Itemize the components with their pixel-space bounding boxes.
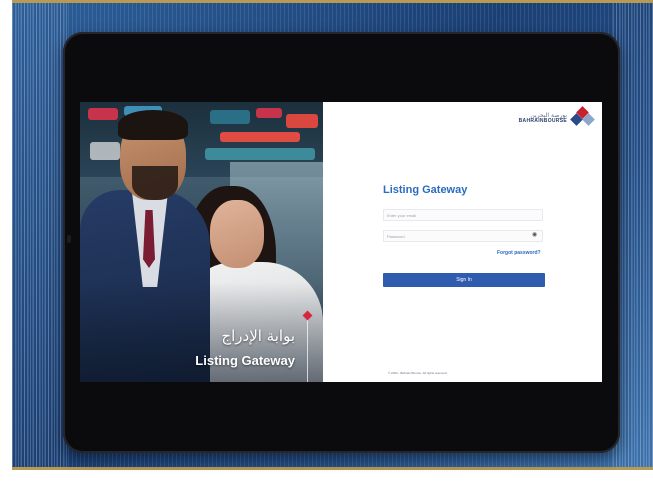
- logo-mark-icon: [570, 106, 595, 128]
- copyright-text: © 2024 - Bahrain Bourse. All rights rese…: [388, 371, 448, 375]
- gold-border-bottom: [12, 467, 653, 470]
- sign-in-button[interactable]: Sign In: [383, 273, 545, 287]
- accent-line: [307, 320, 308, 382]
- logo-text-english: BAHRAINBOURSE: [518, 117, 567, 124]
- tablet-camera: [67, 235, 71, 243]
- hero-title-arabic: بوابة الإدراج: [221, 327, 295, 345]
- background-stripes-left: [12, 0, 67, 470]
- hero-title-english: Listing Gateway: [195, 353, 295, 368]
- forgot-password-link[interactable]: Forgot password?: [497, 250, 541, 256]
- email-field[interactable]: [383, 209, 543, 221]
- login-panel: بورصة البحرين BAHRAINBOURSE Listing Gate…: [323, 102, 602, 382]
- man-beard: [132, 166, 178, 200]
- login-screen: بوابة الإدراج Listing Gateway بورصة البح…: [80, 102, 602, 382]
- bahrain-bourse-logo: بورصة البحرين BAHRAINBOURSE: [518, 106, 595, 128]
- page-title: Listing Gateway: [383, 184, 468, 196]
- woman-face: [210, 200, 264, 268]
- hero-photo: بوابة الإدراج Listing Gateway: [80, 102, 323, 382]
- password-field[interactable]: [383, 230, 543, 242]
- eye-icon[interactable]: ◉: [532, 232, 539, 238]
- gold-border-top: [12, 0, 653, 3]
- man-hair: [118, 110, 188, 140]
